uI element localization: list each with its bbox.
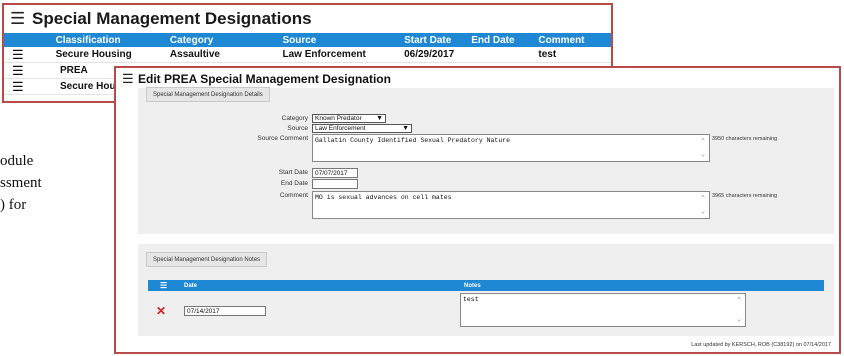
textarea-scrollbar[interactable]: ⌃ ⌄ xyxy=(699,137,707,159)
hamburger-menu-icon[interactable]: ☰ xyxy=(10,9,32,29)
chevron-up-icon: ⌃ xyxy=(700,195,706,203)
notes-table-header: ☰ Date Notes xyxy=(148,280,824,291)
cell-classification: Secure Housing xyxy=(55,49,132,60)
chevron-up-icon: ⌃ xyxy=(700,138,706,146)
chevron-down-icon: ⌄ xyxy=(700,208,706,216)
comment-textarea[interactable]: MO is sexual advances on cell mates ⌃ ⌄ xyxy=(312,191,710,219)
edit-title: Edit PREA Special Management Designation xyxy=(138,72,391,86)
doc-line: odule xyxy=(0,153,34,169)
chevron-down-icon: ⌄ xyxy=(700,151,706,159)
doc-line: ) for xyxy=(0,197,27,213)
hamburger-menu-icon[interactable]: ☰ xyxy=(122,71,138,87)
triangle-down-icon: ▼ xyxy=(376,115,383,122)
row-menu-icon[interactable]: ☰ xyxy=(4,79,60,95)
designations-header: ☰ Special Management Designations xyxy=(4,5,611,33)
source-label: Source xyxy=(287,125,308,132)
chevron-up-icon: ⌃ xyxy=(736,297,742,305)
col-notes[interactable]: Notes xyxy=(464,283,824,289)
source-select[interactable]: Law Enforcement ▼ xyxy=(312,124,412,133)
end-date-label: End Date xyxy=(280,180,308,187)
start-date-input[interactable]: 07/07/2017 xyxy=(312,168,358,178)
row-menu-icon[interactable]: ☰ xyxy=(4,47,56,63)
col-start-date[interactable]: Start Date xyxy=(404,35,471,46)
source-comment-textarea[interactable]: Gallatin County Identified Sexual Predat… xyxy=(312,134,710,162)
note-date-input[interactable]: 07/14/2017 xyxy=(184,306,266,316)
category-select[interactable]: Known Predator ▼ xyxy=(312,114,386,123)
col-category[interactable]: Category xyxy=(170,35,283,46)
designations-title: Special Management Designations xyxy=(32,9,312,28)
details-tab[interactable]: Special Management Designation Details xyxy=(146,87,270,102)
edit-prea-designation-panel: ☰ Edit PREA Special Management Designati… xyxy=(114,66,841,354)
textarea-scrollbar[interactable]: ⌃ ⌄ xyxy=(699,194,707,216)
red-x-delete-icon[interactable]: ✕ xyxy=(156,304,166,318)
triangle-down-icon: ▼ xyxy=(402,125,409,132)
col-end-date[interactable]: End Date xyxy=(471,35,538,46)
textarea-scrollbar[interactable]: ⌃ ⌄ xyxy=(735,296,743,324)
notes-section: Special Management Designation Notes ☰ D… xyxy=(138,244,834,336)
start-date-label: Start Date xyxy=(278,169,308,176)
cell-comment: test xyxy=(538,49,557,60)
source-comment-label: Source Comment xyxy=(257,135,308,142)
comment-label: Comment xyxy=(279,192,308,199)
note-textarea[interactable]: test ⌃ ⌄ xyxy=(460,293,746,327)
designations-table-header: Classification Category Source Start Dat… xyxy=(4,33,611,47)
last-updated-text: Last updated by KERSCH, ROB (C38192) on … xyxy=(691,342,831,348)
col-comment[interactable]: Comment xyxy=(538,35,611,46)
comment-remaining: 3965 characters remaining xyxy=(712,193,778,199)
hamburger-menu-icon[interactable]: ☰ xyxy=(148,281,174,290)
col-date[interactable]: Date xyxy=(174,283,464,289)
col-source[interactable]: Source xyxy=(282,35,404,46)
background-document-text: odule ssment ) for xyxy=(0,150,120,216)
row-menu-icon[interactable]: ☰ xyxy=(4,63,60,79)
notes-tab[interactable]: Special Management Designation Notes xyxy=(146,252,268,267)
category-label: Category xyxy=(281,115,308,122)
doc-line: ssment xyxy=(0,175,42,191)
end-date-input[interactable] xyxy=(312,179,358,189)
cell-source: Law Enforcement xyxy=(282,49,366,60)
cell-category: Assaultive xyxy=(169,49,220,60)
chevron-down-icon: ⌄ xyxy=(736,316,742,324)
details-section: Special Management Designation Details C… xyxy=(138,87,834,234)
col-classification[interactable]: Classification xyxy=(56,35,170,46)
cell-start-date: 06/29/2017 xyxy=(404,49,455,60)
table-row[interactable]: ☰ Secure Housing Assaultive Law Enforcem… xyxy=(4,47,611,63)
source-comment-remaining: 3950 characters remaining xyxy=(712,136,778,142)
